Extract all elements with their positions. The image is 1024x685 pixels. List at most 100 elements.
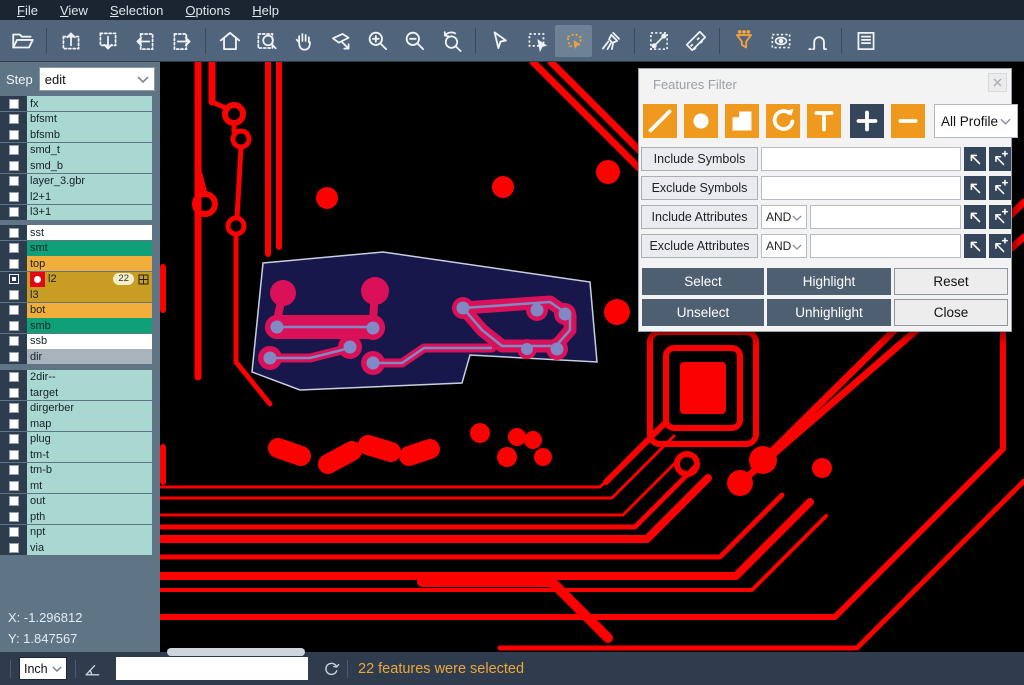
filter-surface-button[interactable] xyxy=(725,104,759,138)
exclude-attributes-button[interactable]: Exclude Attributes xyxy=(641,234,758,258)
include-symbols-input[interactable] xyxy=(761,147,961,171)
filter-positive-button[interactable] xyxy=(850,104,884,138)
layer-checkbox-smt[interactable] xyxy=(0,241,27,256)
exclude-attributes-and-select[interactable]: AND xyxy=(761,234,807,258)
select-pointer-button[interactable] xyxy=(481,25,518,57)
filter-negative-button[interactable] xyxy=(891,104,925,138)
pan-right-button[interactable] xyxy=(163,25,200,57)
layer-checkbox-map[interactable] xyxy=(0,416,27,431)
pan-up-button[interactable] xyxy=(52,25,89,57)
layer-checkbox-l2[interactable] xyxy=(0,272,27,287)
layer-checkbox-pth[interactable] xyxy=(0,509,27,524)
layer-checkbox-dirgerber[interactable] xyxy=(0,401,27,416)
include-attributes-pick-button[interactable] xyxy=(964,205,986,229)
zoom-out-button[interactable] xyxy=(396,25,433,57)
layer-checkbox-tm-b[interactable] xyxy=(0,463,27,478)
layer-band-target[interactable]: target xyxy=(27,385,152,400)
layer-band-smt[interactable]: smt xyxy=(27,241,152,256)
angle-mode-icon[interactable] xyxy=(82,659,102,679)
view-options-button[interactable] xyxy=(762,25,799,57)
horizontal-scrollbar-thumb[interactable] xyxy=(167,648,305,656)
menu-item-view[interactable]: View xyxy=(49,3,99,18)
exclude-symbols-input[interactable] xyxy=(761,176,961,200)
include-symbols-pick-button[interactable] xyxy=(964,147,986,171)
measure-distance-button[interactable] xyxy=(640,25,677,57)
step-select[interactable]: edit xyxy=(39,67,155,91)
exclude-symbols-button[interactable]: Exclude Symbols xyxy=(641,176,758,200)
highlight-button[interactable]: Highlight xyxy=(767,268,891,295)
layer-band-l3[interactable]: l3 xyxy=(27,287,152,302)
layer-band-tm-t[interactable]: tm-t xyxy=(27,447,152,462)
include-attributes-and-select[interactable]: AND xyxy=(761,205,807,229)
layer-checkbox-via[interactable] xyxy=(0,540,27,555)
layer-checkbox-mt[interactable] xyxy=(0,478,27,493)
features-filter-button[interactable] xyxy=(725,25,762,57)
layer-checkbox-bfsmb[interactable] xyxy=(0,127,27,142)
layer-checkbox-smd_b[interactable] xyxy=(0,158,27,173)
include-symbols-button[interactable]: Include Symbols xyxy=(641,147,758,171)
layer-checkbox-l2+1[interactable] xyxy=(0,189,27,204)
layer-band-2dir--[interactable]: 2dir-- xyxy=(27,370,152,385)
exclude-symbols-pick-add-button[interactable] xyxy=(989,176,1011,200)
select-rectangle-button[interactable] xyxy=(518,25,555,57)
menu-item-file[interactable]: File xyxy=(6,3,49,18)
layer-checkbox-smd_t[interactable] xyxy=(0,143,27,158)
layer-checkbox-tm-t[interactable] xyxy=(0,447,27,462)
feature-info-button[interactable] xyxy=(847,25,884,57)
unhighlight-button[interactable]: Unhighlight xyxy=(767,299,891,326)
exclude-attributes-input[interactable] xyxy=(810,234,961,258)
layer-band-fx[interactable]: fx xyxy=(27,96,152,111)
layer-checkbox-sst[interactable] xyxy=(0,225,27,240)
menu-item-options[interactable]: Options xyxy=(174,3,241,18)
layer-checkbox-dir[interactable] xyxy=(0,349,27,364)
layer-checkbox-ssb[interactable] xyxy=(0,334,27,349)
zoom-in-button[interactable] xyxy=(359,25,396,57)
refresh-icon[interactable] xyxy=(322,659,341,678)
layer-band-l2+1[interactable]: l2+1 xyxy=(27,189,152,204)
layer-band-mt[interactable]: mt xyxy=(27,478,152,493)
snap-mode-button[interactable] xyxy=(799,25,836,57)
zoom-window-button[interactable] xyxy=(248,25,285,57)
layer-band-out[interactable]: out xyxy=(27,494,152,509)
layer-band-tm-b[interactable]: tm-b xyxy=(27,463,152,478)
layer-band-map[interactable]: map xyxy=(27,416,152,431)
menu-item-help[interactable]: Help xyxy=(241,3,290,18)
layer-checkbox-fx[interactable] xyxy=(0,96,27,111)
home-view-button[interactable] xyxy=(211,25,248,57)
pan-down-button[interactable] xyxy=(89,25,126,57)
pan-hand-button[interactable] xyxy=(285,25,322,57)
layer-band-l3+1[interactable]: l3+1 xyxy=(27,205,152,220)
close-button[interactable]: Close xyxy=(894,299,1008,326)
include-attributes-button[interactable]: Include Attributes xyxy=(641,205,758,229)
filter-text-button[interactable] xyxy=(807,104,841,138)
layer-band-bfsmb[interactable]: bfsmb xyxy=(27,127,152,142)
layer-checkbox-l3[interactable] xyxy=(0,287,27,302)
layer-band-plug[interactable]: plug xyxy=(27,432,152,447)
layer-band-layer_3.gbr[interactable]: layer_3.gbr xyxy=(27,174,152,189)
layer-band-dirgerber[interactable]: dirgerber xyxy=(27,401,152,416)
layer-checkbox-out[interactable] xyxy=(0,494,27,509)
layer-band-smd_b[interactable]: smd_b xyxy=(27,158,152,173)
layer-checkbox-target[interactable] xyxy=(0,385,27,400)
filter-line-button[interactable] xyxy=(643,104,677,138)
reset-button[interactable]: Reset xyxy=(894,268,1008,295)
layer-checkbox-l3+1[interactable] xyxy=(0,205,27,220)
layer-band-l2[interactable]: l222 xyxy=(27,272,152,287)
profile-select[interactable]: All Profile xyxy=(934,104,1018,138)
filter-arc-button[interactable] xyxy=(766,104,800,138)
include-symbols-pick-add-button[interactable] xyxy=(989,147,1011,171)
exclude-attributes-pick-button[interactable] xyxy=(964,234,986,258)
layer-checkbox-bfsmt[interactable] xyxy=(0,112,27,127)
layer-checkbox-plug[interactable] xyxy=(0,432,27,447)
command-input[interactable] xyxy=(116,657,308,680)
layer-checkbox-smb[interactable] xyxy=(0,318,27,333)
layer-band-smb[interactable]: smb xyxy=(27,318,152,333)
zoom-previous-button[interactable] xyxy=(433,25,470,57)
layer-checkbox-layer_3.gbr[interactable] xyxy=(0,174,27,189)
exclude-symbols-pick-button[interactable] xyxy=(964,176,986,200)
exclude-attributes-pick-add-button[interactable] xyxy=(989,234,1011,258)
include-attributes-input[interactable] xyxy=(810,205,961,229)
layer-band-bfsmt[interactable]: bfsmt xyxy=(27,112,152,127)
layer-checkbox-npt[interactable] xyxy=(0,525,27,540)
layer-band-ssb[interactable]: ssb xyxy=(27,334,152,349)
